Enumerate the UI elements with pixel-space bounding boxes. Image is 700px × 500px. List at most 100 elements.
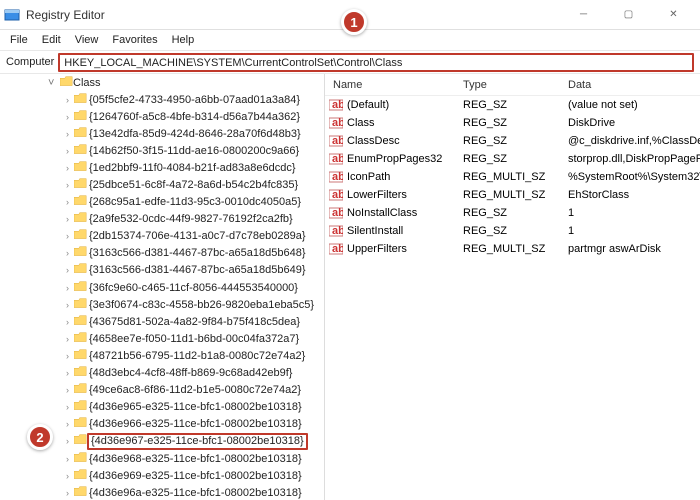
- list-row[interactable]: abUpperFiltersREG_MULTI_SZpartmgr aswArD…: [325, 240, 700, 258]
- string-value-icon: ab: [329, 170, 343, 184]
- tree-node-label: {3e3f0674-c83c-4558-bb26-9820eba1eba5c5}: [87, 299, 314, 311]
- tree-node[interactable]: ›{1ed2bbf9-11f0-4084-b21f-ad83a8e6dcdc}: [62, 159, 324, 176]
- expand-icon[interactable]: ›: [62, 112, 73, 122]
- expand-icon[interactable]: ›: [62, 248, 73, 258]
- expand-icon[interactable]: ›: [62, 436, 73, 446]
- tree-node[interactable]: ›{4d36e969-e325-11ce-bfc1-08002be10318}: [62, 467, 324, 484]
- tree-node-label: {3163c566-d381-4467-87bc-a65a18d5b648}: [87, 247, 306, 259]
- svg-text:ab: ab: [332, 99, 343, 111]
- tree-node[interactable]: › {48d3ebc4-4cf8-48ff-b869-9c68ad42eb9f}: [62, 365, 324, 382]
- expand-icon[interactable]: ›: [62, 163, 73, 173]
- value-data: (value not set): [560, 99, 700, 111]
- list-row[interactable]: abLowerFiltersREG_MULTI_SZEhStorClass: [325, 186, 700, 204]
- expand-icon[interactable]: ›: [62, 351, 73, 361]
- close-button[interactable]: ✕: [651, 1, 696, 29]
- expand-icon[interactable]: ›: [62, 146, 73, 156]
- expand-icon[interactable]: ›: [62, 300, 73, 310]
- address-path[interactable]: HKEY_LOCAL_MACHINE\SYSTEM\CurrentControl…: [58, 53, 694, 72]
- tree-node[interactable]: ›{14b62f50-3f15-11dd-ae16-0800200c9a66}: [62, 142, 324, 159]
- string-value-icon: ab: [329, 152, 343, 166]
- list-row[interactable]: ab(Default)REG_SZ(value not set): [325, 96, 700, 114]
- expand-icon[interactable]: ›: [62, 334, 73, 344]
- tree-node[interactable]: › {4d36e968-e325-11ce-bfc1-08002be10318}: [62, 450, 324, 467]
- expand-icon[interactable]: ›: [62, 402, 73, 412]
- value-type: REG_SZ: [455, 99, 560, 111]
- tree-node-label: {48d3ebc4-4cf8-48ff-b869-9c68ad42eb9f}: [87, 367, 292, 379]
- expand-icon[interactable]: ›: [62, 454, 73, 464]
- tree-node[interactable]: ›{4658ee7e-f050-11d1-b6bd-00c04fa372a7}: [62, 330, 324, 347]
- expand-icon[interactable]: ›: [62, 368, 73, 378]
- tree-node[interactable]: › {1264760f-a5c8-4bfe-b314-d56a7b44a362}: [62, 108, 324, 125]
- tree-node[interactable]: ›{4d36e965-e325-11ce-bfc1-08002be10318}: [62, 399, 324, 416]
- folder-icon: [73, 161, 87, 175]
- value-name: SilentInstall: [347, 225, 403, 237]
- tree-node-class[interactable]: ˅Class: [48, 75, 324, 91]
- folder-icon: [73, 332, 87, 346]
- value-name: Class: [347, 117, 375, 129]
- tree-node[interactable]: ›{43675d81-502a-4a82-9f84-b75f418c5dea}: [62, 313, 324, 330]
- value-name: IconPath: [347, 171, 390, 183]
- tree-node[interactable]: ›{268c95a1-edfe-11d3-95c3-0010dc4050a5}: [62, 194, 324, 211]
- tree-node[interactable]: ›{05f5cfe2-4733-4950-a6bb-07aad01a3a84}: [62, 91, 324, 108]
- tree-node-label: {1264760f-a5c8-4bfe-b314-d56a7b44a362}: [87, 111, 300, 123]
- folder-icon: [73, 417, 87, 431]
- list-row[interactable]: abIconPathREG_MULTI_SZ%SystemRoot%\Syste…: [325, 168, 700, 186]
- tree-node[interactable]: ›{4d36e966-e325-11ce-bfc1-08002be10318}: [62, 416, 324, 433]
- list-row[interactable]: abSilentInstallREG_SZ1: [325, 222, 700, 240]
- menu-view[interactable]: View: [69, 32, 105, 48]
- tree-node[interactable]: › {3e3f0674-c83c-4558-bb26-9820eba1eba5c5…: [62, 296, 324, 313]
- list-row[interactable]: ab EnumPropPages32 REG_SZstorprop.dll,Disk…: [325, 150, 700, 168]
- list-row[interactable]: abClassREG_SZDiskDrive: [325, 114, 700, 132]
- menu-favorites[interactable]: Favorites: [106, 32, 163, 48]
- tree-node[interactable]: › {4d36e96a-e325-11ce-bfc1-08002be10318}: [62, 484, 324, 500]
- tree-node-label: {2a9fe532-0cdc-44f9-9827-76192f2ca2fb}: [87, 213, 293, 225]
- expand-icon[interactable]: ›: [62, 283, 73, 293]
- tree-node[interactable]: ›{48721b56-6795-11d2-b1a8-0080c72e74a2}: [62, 347, 324, 364]
- tree-node-label: {4d36e96a-e325-11ce-bfc1-08002be10318}: [87, 487, 302, 499]
- tree-node[interactable]: › {3163c566-d381-4467-87bc-a65a18d5b648}: [62, 245, 324, 262]
- tree-node[interactable]: ›{3163c566-d381-4467-87bc-a65a18d5b649}: [62, 262, 324, 279]
- expand-icon[interactable]: ›: [62, 129, 73, 139]
- folder-icon: [73, 452, 87, 466]
- tree-node[interactable]: ›{4d36e967-e325-11ce-bfc1-08002be10318}: [62, 433, 324, 450]
- value-name: NoInstallClass: [347, 207, 417, 219]
- list-row[interactable]: abNoInstallClassREG_SZ1: [325, 204, 700, 222]
- list-header: Name Type Data: [325, 74, 700, 96]
- list-pane[interactable]: Name Type Data ab(Default)REG_SZ(value n…: [325, 74, 700, 500]
- menu-edit[interactable]: Edit: [36, 32, 67, 48]
- tree-node-label: {13e42dfa-85d9-424d-8646-28a70f6d48b3}: [87, 128, 301, 140]
- value-data: storprop.dll,DiskPropPageProvi: [560, 153, 700, 165]
- value-name: EnumPropPages32: [347, 153, 442, 165]
- value-type: REG_SZ: [455, 117, 560, 129]
- tree-node-label: Class: [73, 77, 101, 89]
- col-type[interactable]: Type: [455, 75, 560, 95]
- expand-icon[interactable]: ›: [62, 488, 73, 498]
- expand-icon[interactable]: ›: [62, 214, 73, 224]
- list-row[interactable]: abClassDescREG_SZ@c_diskdrive.inf,%Class…: [325, 132, 700, 150]
- minimize-button[interactable]: ─: [561, 1, 606, 29]
- tree-node[interactable]: ›{36fc9e60-c465-11cf-8056-444553540000}: [62, 279, 324, 296]
- expand-icon[interactable]: ›: [62, 317, 73, 327]
- tree-node[interactable]: › {2a9fe532-0cdc-44f9-9827-76192f2ca2fb}: [62, 211, 324, 228]
- expand-icon[interactable]: ›: [62, 471, 73, 481]
- tree-node[interactable]: ›{49ce6ac8-6f86-11d2-b1e5-0080c72e74a2}: [62, 382, 324, 399]
- expand-icon[interactable]: ›: [62, 385, 73, 395]
- value-name: UpperFilters: [347, 243, 407, 255]
- expand-icon[interactable]: ›: [62, 419, 73, 429]
- col-name[interactable]: Name: [325, 75, 455, 95]
- expand-icon[interactable]: ›: [62, 180, 73, 190]
- tree-node[interactable]: › {13e42dfa-85d9-424d-8646-28a70f6d48b3}: [62, 125, 324, 142]
- tree-node-label: {4d36e968-e325-11ce-bfc1-08002be10318}: [87, 453, 302, 465]
- expand-icon[interactable]: ›: [62, 197, 73, 207]
- menu-help[interactable]: Help: [166, 32, 201, 48]
- col-data[interactable]: Data: [560, 75, 700, 95]
- expand-icon[interactable]: ›: [62, 265, 73, 275]
- menu-file[interactable]: File: [4, 32, 34, 48]
- tree-node[interactable]: ›{25dbce51-6c8f-4a72-8a6d-b54c2b4fc835}: [62, 176, 324, 193]
- maximize-button[interactable]: ▢: [606, 1, 651, 29]
- tree-node[interactable]: ›{2db15374-706e-4131-a0c7-d7c78eb0289a}: [62, 228, 324, 245]
- expand-icon[interactable]: ›: [62, 231, 73, 241]
- expand-icon[interactable]: ›: [62, 95, 73, 105]
- value-type: REG_MULTI_SZ: [455, 189, 560, 201]
- value-type: REG_SZ: [455, 153, 560, 165]
